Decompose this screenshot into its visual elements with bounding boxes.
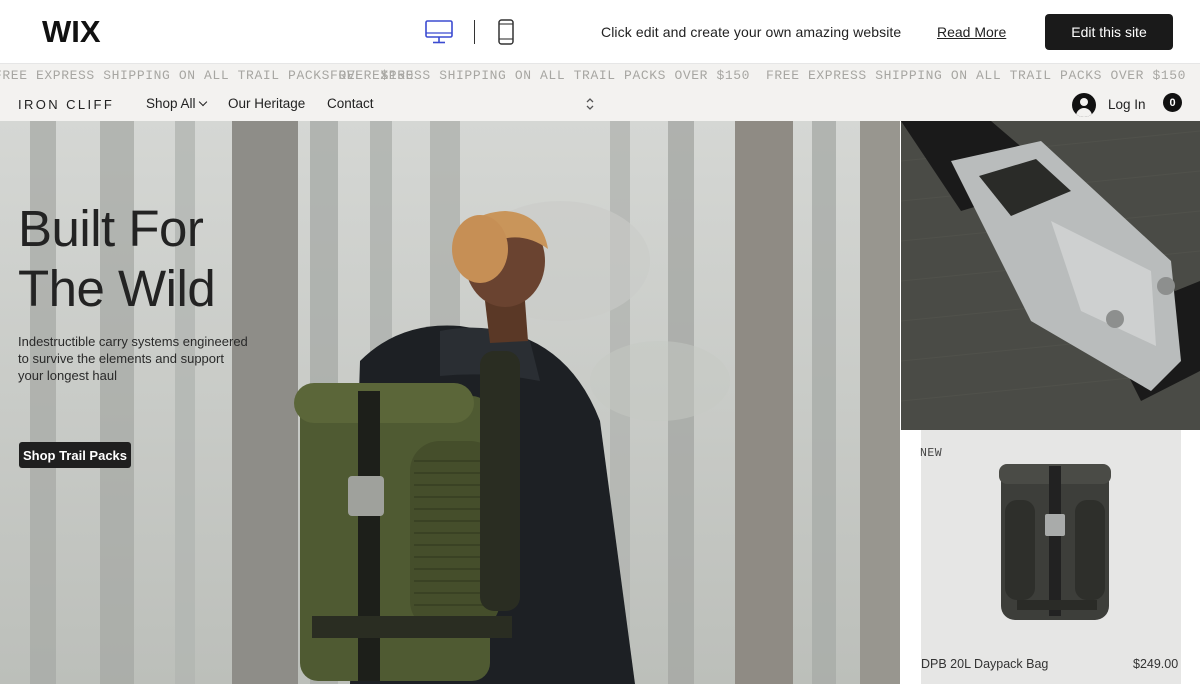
hero-title-line-2: The Wild xyxy=(18,260,216,317)
wix-logo[interactable]: WIX xyxy=(42,14,101,50)
shipping-marquee: FREE EXPRESS SHIPPING ON ALL TRAIL PACKS… xyxy=(0,64,1200,88)
mobile-phone-icon[interactable] xyxy=(497,18,515,46)
device-toggle xyxy=(424,18,515,46)
nav-shop-all[interactable]: Shop All xyxy=(146,96,207,111)
hero-title-line-1: Built For xyxy=(18,200,204,257)
shop-trail-packs-button[interactable]: Shop Trail Packs xyxy=(19,442,131,468)
cart-count-badge[interactable]: 0 xyxy=(1163,93,1182,112)
new-badge: NEW xyxy=(920,447,943,460)
buckle-detail-image xyxy=(901,121,1200,430)
login-link[interactable]: Log In xyxy=(1108,97,1146,112)
device-separator xyxy=(474,20,475,44)
hero-title: Built For The Wild xyxy=(18,199,216,319)
buckle-photo xyxy=(901,121,1200,430)
marquee-text: FREE EXPRESS SHIPPING ON ALL TRAIL PACKS… xyxy=(766,68,1187,83)
site-header: IRON CLIFF Shop All Our Heritage Contact… xyxy=(0,88,1200,121)
promo-text: Click edit and create your own amazing w… xyxy=(601,24,902,40)
scroll-arrows-icon[interactable] xyxy=(584,96,596,112)
hero-section: Built For The Wild Indestructible carry … xyxy=(0,121,900,684)
product-card[interactable] xyxy=(901,430,1200,684)
hiker-with-backpack-image xyxy=(294,211,635,684)
hero-subtitle: Indestructible carry systems engineered … xyxy=(18,334,248,383)
marquee-text: FREE EXPRESS SHIPPING ON ALL TRAIL PACKS… xyxy=(330,68,751,83)
daypack-image xyxy=(999,464,1111,620)
avatar-body xyxy=(1076,108,1092,117)
user-avatar-icon[interactable] xyxy=(1072,93,1096,117)
desktop-monitor-icon[interactable] xyxy=(424,18,454,46)
chevron-down-icon xyxy=(198,97,207,107)
brand-logo[interactable]: IRON CLIFF xyxy=(18,97,114,112)
product-image[interactable] xyxy=(921,430,1181,684)
nav-shop-all-label: Shop All xyxy=(146,96,196,111)
read-more-link[interactable]: Read More xyxy=(937,24,1006,40)
product-price: $249.00 xyxy=(1133,657,1179,671)
nav-contact[interactable]: Contact xyxy=(327,96,374,111)
nav-our-heritage[interactable]: Our Heritage xyxy=(228,96,305,111)
edit-site-button[interactable]: Edit this site xyxy=(1045,14,1173,50)
wix-top-bar: WIX Click edit and create your own amazi… xyxy=(0,0,1200,64)
avatar-head xyxy=(1080,98,1088,106)
product-name[interactable]: DPB 20L Daypack Bag xyxy=(921,657,1048,671)
